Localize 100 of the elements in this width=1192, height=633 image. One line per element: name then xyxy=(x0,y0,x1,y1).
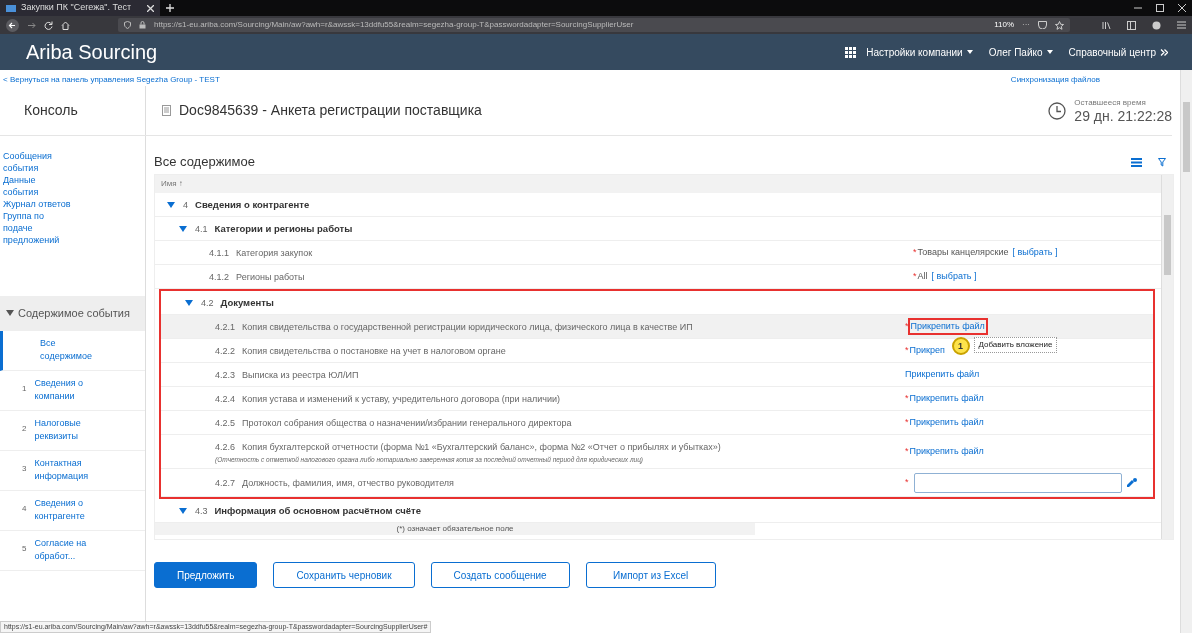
expand-arrow-icon[interactable] xyxy=(167,201,175,208)
item-number: 4.3 xyxy=(195,506,208,517)
column-header[interactable]: Имя ↑ xyxy=(161,178,183,190)
sidebar-link[interactable]: Сообщения события xyxy=(3,150,73,174)
table-row[interactable]: 4.1.2 Регионы работы *All [ выбрать ] xyxy=(155,265,1161,289)
item-label: Должность, фамилия, имя, отчество руководителя xyxy=(242,478,454,489)
close-icon[interactable] xyxy=(1178,4,1186,12)
chevrons-icon xyxy=(1160,48,1168,56)
attach-file-link[interactable]: Прикрепить файл xyxy=(909,319,986,334)
help-center-link[interactable]: Справочный центр xyxy=(1068,44,1168,60)
minimize-icon[interactable] xyxy=(1134,4,1142,12)
zoom-level[interactable]: 110% xyxy=(994,19,1014,31)
filter-icon[interactable] xyxy=(1158,157,1166,167)
more-button[interactable]: ··· xyxy=(1022,19,1030,31)
star-icon[interactable] xyxy=(1055,20,1064,30)
action-button[interactable]: Сохранить черновик xyxy=(273,562,415,588)
item-number: 4.2.3 xyxy=(215,370,236,381)
required-marker: * xyxy=(905,343,909,357)
action-button[interactable]: Предложить xyxy=(154,562,258,588)
item-label: Регионы работы xyxy=(236,272,305,283)
profile-icon[interactable] xyxy=(1152,20,1161,30)
item-number: 4 xyxy=(183,200,188,211)
table-scrollbar[interactable] xyxy=(1161,175,1173,539)
table-row[interactable]: 4.1.1 Категория закупок *Товары канцелярские [ выбрать ] xyxy=(155,241,1161,265)
maximize-icon[interactable] xyxy=(1156,4,1164,12)
back-link[interactable]: < Вернуться на панель управления Segezha Group - TEST xyxy=(3,74,220,86)
text-input[interactable] xyxy=(913,472,1122,493)
clock-icon xyxy=(1048,101,1067,120)
choose-link[interactable]: [ выбрать ] xyxy=(1012,245,1058,260)
back-icon[interactable] xyxy=(6,18,19,32)
tooltip: Добавить вложение xyxy=(973,337,1058,354)
attach-file-link[interactable]: Прикрепить файл xyxy=(909,415,984,430)
table-row[interactable]: 4.1 Категории и регионы работы xyxy=(155,217,1161,241)
sidebar-nav-item[interactable]: 3 Контактная информация xyxy=(0,450,145,491)
menu-icon[interactable] xyxy=(1177,20,1186,29)
sidebar-link[interactable]: Журнал ответов xyxy=(3,198,73,210)
action-button[interactable]: Создать сообщение xyxy=(430,562,570,588)
choose-link[interactable]: [ выбрать ] xyxy=(931,269,977,284)
expand-arrow-icon[interactable] xyxy=(179,225,187,232)
item-label: Выписка из реестра ЮЛ/ИП xyxy=(242,370,359,381)
content-title: Все содержимое xyxy=(154,153,255,172)
attach-file-link[interactable]: Прикреп xyxy=(909,343,945,358)
address-bar[interactable]: https://s1-eu.ariba.com/Sourcing/Main/aw?awh=r&awssk=13ddfu55&realm=segezha-group-T&passwordadapter=SourcingSupplierUser 110% ··· xyxy=(118,18,1070,32)
sidebar-nav-item[interactable]: 5 Согласие на обработ... xyxy=(0,530,145,571)
expand-arrow-icon[interactable] xyxy=(179,507,187,514)
list-view-icon[interactable] xyxy=(1131,157,1142,167)
item-number: 4.1.1 xyxy=(209,248,230,259)
table-row[interactable]: 4 Сведения о контрагенте xyxy=(155,193,1161,217)
pocket-icon[interactable] xyxy=(1038,21,1047,29)
caret-icon xyxy=(1046,50,1053,54)
forward-icon[interactable] xyxy=(27,20,36,30)
lock-icon xyxy=(139,21,146,29)
home-icon[interactable] xyxy=(61,20,70,30)
sidebar-nav-item[interactable]: 1 Сведения о компании xyxy=(0,370,145,411)
item-label: Протокол собрания общества о назначении/избрании генерального директора xyxy=(242,418,572,429)
group-title: Категории и регионы работы xyxy=(214,223,353,235)
page-scrollbar[interactable] xyxy=(1180,70,1192,633)
required-marker: * xyxy=(905,415,909,429)
library-icon[interactable] xyxy=(1102,20,1111,30)
console-title: Консоль xyxy=(24,101,78,120)
sidebar-link[interactable]: Группа по подаче предложений xyxy=(3,210,73,246)
table-row[interactable]: 4.2.3 Выписка из реестра ЮЛ/ИП Прикрепить файл xyxy=(161,363,1153,387)
group-title: Информация об основном расчётном счёте xyxy=(214,505,421,517)
attach-file-link[interactable]: Прикрепить файл xyxy=(905,367,980,382)
item-label: Копия свидетельства о государственной регистрации юридического лица, физического лица в качестве ИП xyxy=(242,322,693,333)
sidebar-link[interactable]: Данные события xyxy=(3,174,73,198)
sidebar-icon[interactable] xyxy=(1127,20,1136,30)
item-number: 4.2.2 xyxy=(215,346,236,357)
selected-value: All xyxy=(917,269,928,283)
close-icon[interactable] xyxy=(147,4,154,12)
attach-file-link[interactable]: Прикрепить файл xyxy=(909,444,984,459)
sidebar-nav-item[interactable]: 2 Налоговые реквизиты xyxy=(0,410,145,451)
reload-icon[interactable] xyxy=(44,20,53,30)
sidebar-nav-item[interactable]: 4 Сведения о контрагенте xyxy=(0,490,145,531)
item-number: 4.2.6 xyxy=(215,442,236,453)
document-title: Doc9845639 - Анкета регистрации поставщика xyxy=(179,101,482,120)
apps-grid-icon[interactable] xyxy=(845,46,857,58)
header-menu[interactable]: Настройки компании xyxy=(866,44,973,60)
browser-tab[interactable]: Закупки ПК "Сегежа". Тест xyxy=(0,0,160,16)
table-row[interactable]: 4.2.7 Должность, фамилия, имя, отчество руководителя * xyxy=(161,469,1153,497)
table-row[interactable]: 4.2.5 Протокол собрания общества о назначении/избрании генерального директора *Прикрепить файл xyxy=(161,411,1153,435)
edit-icon[interactable] xyxy=(1125,478,1137,487)
group-title: Документы xyxy=(220,297,274,309)
required-marker: * xyxy=(905,444,909,458)
item-label: Копия свидетельства о постановке на учет в налоговом органе xyxy=(242,346,506,357)
plus-icon[interactable] xyxy=(166,4,174,12)
sidebar-nav-item[interactable]: Все содержимое xyxy=(0,330,145,371)
timer-value: 29 дн. 21:22:28 xyxy=(1074,108,1172,123)
required-marker: * xyxy=(905,319,909,333)
header-menu[interactable]: Олег Пайко xyxy=(988,44,1053,60)
sidebar-section-header[interactable]: Содержимое события xyxy=(0,296,145,331)
action-button[interactable]: Импорт из Excel xyxy=(585,562,716,588)
table-row[interactable]: 4.2.4 Копия устава и изменений к уставу, учредительного договора (при наличии) *Прикрепить файл xyxy=(161,387,1153,411)
attach-file-link[interactable]: Прикрепить файл xyxy=(909,391,984,406)
item-number: 4.1 xyxy=(195,224,208,235)
item-number: 4.2.4 xyxy=(215,394,236,405)
table-row[interactable]: 4.2.1 Копия свидетельства о государственной регистрации юридического лица, физического лица в качестве ИП * Прикрепить файл xyxy=(161,315,1153,339)
sync-files-link[interactable]: Синхронизация файлов xyxy=(1010,74,1100,86)
expand-arrow-icon[interactable] xyxy=(185,299,193,306)
app-title: Ariba Sourcing xyxy=(26,40,158,65)
